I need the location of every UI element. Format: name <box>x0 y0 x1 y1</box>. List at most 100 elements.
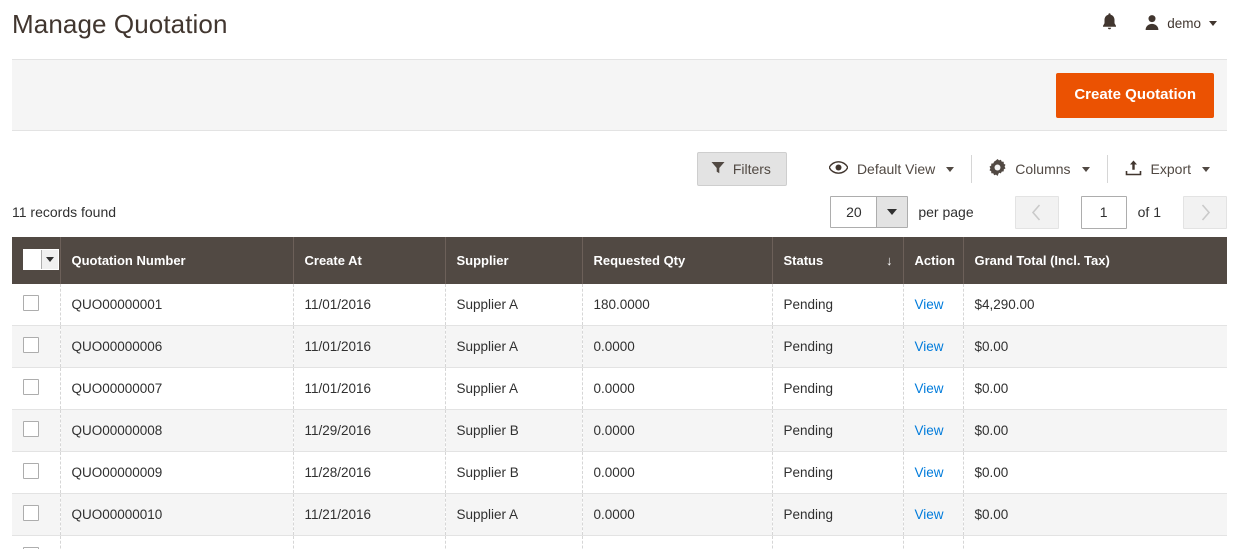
chevron-right-icon <box>1201 203 1210 221</box>
table-row[interactable]: QUO00000001 11/01/2016 Supplier A 180.0000 P… <box>12 284 1227 326</box>
previous-page-button[interactable] <box>1014 195 1059 229</box>
cell-requested-qty: 0.0000 <box>582 451 773 494</box>
chevron-down-icon <box>1209 21 1217 26</box>
row-select-cell[interactable] <box>12 451 61 494</box>
view-link[interactable]: View <box>915 381 944 396</box>
cell-grand-total: $0.00 <box>963 409 1227 452</box>
data-grid-wrapper: Quotation Number Create At Supplier Requ… <box>12 237 1227 549</box>
view-link[interactable]: View <box>915 507 944 522</box>
row-checkbox[interactable] <box>23 295 39 311</box>
cell-supplier: Supplier B <box>445 409 583 452</box>
cell-requested-qty: 0.0000 <box>582 535 773 549</box>
chevron-down-icon[interactable] <box>40 250 58 269</box>
page-actions-bar: Create Quotation <box>12 59 1227 131</box>
table-row[interactable]: QUO00000008 11/29/2016 Supplier B 0.0000 Pen… <box>12 409 1227 452</box>
cell-grand-total: $0.00 <box>963 367 1227 410</box>
cell-action[interactable]: View <box>903 535 964 549</box>
per-page-label: per page <box>918 204 974 220</box>
cell-action[interactable]: View <box>903 409 964 452</box>
cell-create-at: 11/28/2016 <box>293 451 446 494</box>
cell-requested-qty: 0.0000 <box>582 325 773 368</box>
per-page-value: 20 <box>831 197 877 227</box>
filters-label: Filters <box>732 161 771 177</box>
row-checkbox[interactable] <box>23 463 39 479</box>
select-all-dropdown[interactable] <box>23 249 59 270</box>
funnel-icon <box>711 161 725 177</box>
bell-icon[interactable] <box>1101 12 1118 36</box>
cell-status: Pending <box>772 325 904 368</box>
cell-supplier: Supplier A <box>445 367 583 410</box>
view-link[interactable]: View <box>915 297 944 312</box>
view-link[interactable]: View <box>915 423 944 438</box>
column-header-supplier[interactable]: Supplier <box>445 237 583 284</box>
view-link[interactable]: View <box>915 339 944 354</box>
cell-grand-total: $4,290.00 <box>963 284 1227 326</box>
column-header-requested-qty[interactable]: Requested Qty <box>582 237 773 284</box>
cell-status: Pending <box>772 284 904 326</box>
row-checkbox[interactable] <box>23 505 39 521</box>
per-page-select[interactable]: 20 <box>830 196 909 228</box>
cell-action[interactable]: View <box>903 284 964 326</box>
row-select-cell[interactable] <box>12 409 61 452</box>
row-select-cell[interactable] <box>12 284 61 326</box>
column-header-create-at[interactable]: Create At <box>293 237 446 284</box>
column-header-quotation-number[interactable]: Quotation Number <box>60 237 294 284</box>
column-header-status[interactable]: Status ↓ <box>772 237 904 284</box>
total-pages-label: of 1 <box>1137 204 1161 220</box>
table-row[interactable]: QUO0000001211/07/2016Supplier A0.0000Pen… <box>12 535 1227 549</box>
row-select-cell[interactable] <box>12 535 61 549</box>
cell-status: Pending <box>772 451 904 494</box>
cell-quotation-number: QUO00000006 <box>60 325 294 368</box>
sort-descending-icon: ↓ <box>886 253 893 268</box>
default-view-dropdown[interactable]: Default View <box>812 155 971 183</box>
cell-action[interactable]: View <box>903 367 964 410</box>
export-dropdown[interactable]: Export <box>1108 155 1227 183</box>
grid-body: QUO00000001 11/01/2016 Supplier A 180.0000 P… <box>12 284 1227 549</box>
cell-quotation-number: QUO00000007 <box>60 367 294 410</box>
chevron-down-icon <box>876 197 908 227</box>
create-quotation-button[interactable]: Create Quotation <box>1056 72 1214 118</box>
row-select-cell[interactable] <box>12 325 61 368</box>
cell-quotation-number: QUO00000001 <box>60 284 294 326</box>
filters-button[interactable]: Filters <box>696 152 787 186</box>
row-select-cell[interactable] <box>12 493 61 536</box>
row-checkbox[interactable] <box>23 337 39 353</box>
row-select-cell[interactable] <box>12 367 61 410</box>
user-menu[interactable]: demo <box>1144 14 1217 34</box>
header-actions: demo <box>1101 12 1227 36</box>
chevron-down-icon <box>1081 166 1090 172</box>
cell-action[interactable]: View <box>903 451 964 494</box>
cell-requested-qty: 0.0000 <box>582 493 773 536</box>
cell-create-at: 11/01/2016 <box>293 367 446 410</box>
table-row[interactable]: QUO00000009 11/28/2016 Supplier B 0.0000 Pen… <box>12 451 1227 494</box>
chevron-left-icon <box>1032 203 1041 221</box>
column-header-grand-total[interactable]: Grand Total (Incl. Tax) <box>963 237 1227 284</box>
row-checkbox[interactable] <box>23 379 39 395</box>
select-all-checkbox[interactable] <box>24 250 41 269</box>
quotation-data-grid: Quotation Number Create At Supplier Requ… <box>12 237 1227 549</box>
cell-grand-total: $0.00 <box>963 535 1227 549</box>
cell-requested-qty: 0.0000 <box>582 367 773 410</box>
cell-status: Pending <box>772 409 904 452</box>
grid-header-row: Quotation Number Create At Supplier Requ… <box>12 237 1227 284</box>
columns-dropdown[interactable]: Columns <box>972 155 1106 183</box>
next-page-button[interactable] <box>1183 195 1227 229</box>
table-row[interactable]: QUO00000006 11/01/2016 Supplier A 0.0000 Pen… <box>12 325 1227 368</box>
view-link[interactable]: View <box>915 465 944 480</box>
column-header-action[interactable]: Action <box>903 237 964 284</box>
table-row[interactable]: QUO00000010 11/21/2016 Supplier A 0.0000 Pen… <box>12 493 1227 536</box>
cell-status: Pending <box>772 493 904 536</box>
cell-supplier: Supplier A <box>445 535 583 549</box>
cell-action[interactable]: View <box>903 325 964 368</box>
row-checkbox[interactable] <box>23 421 39 437</box>
pager: of 1 <box>1014 195 1227 229</box>
select-all-header[interactable] <box>12 237 61 284</box>
table-row[interactable]: QUO00000007 11/01/2016 Supplier A 0.0000 Pen… <box>12 367 1227 410</box>
cell-quotation-number: QUO00000010 <box>60 493 294 536</box>
cell-requested-qty: 0.0000 <box>582 409 773 452</box>
cell-grand-total: $0.00 <box>963 325 1227 368</box>
cell-action[interactable]: View <box>903 493 964 536</box>
grid-subheader: 11 records found 20 per page of 1 <box>12 187 1227 237</box>
cell-create-at: 11/01/2016 <box>293 284 446 326</box>
page-number-input[interactable] <box>1080 195 1127 229</box>
